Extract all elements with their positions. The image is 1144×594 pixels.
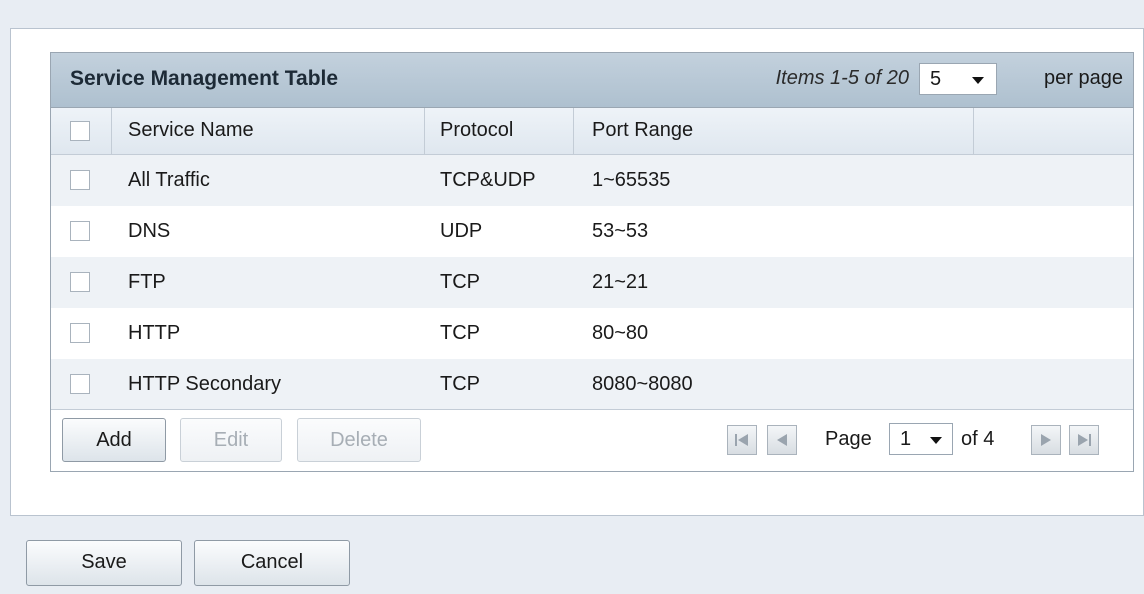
page-select[interactable]: 1	[889, 423, 953, 455]
next-page-button[interactable]	[1031, 425, 1061, 455]
protocol: TCP	[440, 322, 480, 344]
protocol: TCP&UDP	[440, 169, 536, 191]
previous-page-icon	[777, 434, 787, 446]
table-row[interactable]: HTTP Secondary TCP 8080~8080	[51, 359, 1133, 410]
row-checkbox[interactable]	[70, 221, 90, 241]
first-page-icon	[735, 434, 748, 446]
items-count: Items 1-5 of 20	[775, 67, 909, 89]
column-divider	[111, 108, 112, 155]
previous-page-button[interactable]	[767, 425, 797, 455]
per-page-value: 5	[930, 68, 942, 90]
port-range: 1~65535	[592, 169, 671, 191]
protocol: TCP	[440, 271, 480, 293]
cancel-button[interactable]: Cancel	[194, 540, 350, 586]
column-header-row: Service Name Protocol Port Range	[51, 108, 1133, 155]
service-name: All Traffic	[128, 169, 210, 191]
port-range: 53~53	[592, 220, 649, 242]
row-checkbox[interactable]	[70, 170, 90, 190]
select-all-checkbox[interactable]	[70, 121, 90, 141]
save-button[interactable]: Save	[26, 540, 182, 586]
column-header-service-name[interactable]: Service Name	[128, 119, 254, 142]
delete-button[interactable]: Delete	[297, 418, 421, 462]
table-header-bar: Service Management Table Items 1-5 of 20…	[51, 53, 1133, 108]
service-management-panel: Service Management Table Items 1-5 of 20…	[10, 28, 1144, 516]
protocol: UDP	[440, 220, 483, 242]
page-value: 1	[900, 428, 912, 450]
service-name: HTTP Secondary	[128, 373, 282, 395]
last-page-icon	[1078, 434, 1091, 446]
next-page-icon	[1041, 434, 1051, 446]
table-row[interactable]: FTP TCP 21~21	[51, 257, 1133, 308]
edit-button[interactable]: Edit	[180, 418, 282, 462]
protocol: TCP	[440, 373, 480, 395]
total-pages-label: of 4	[961, 428, 995, 450]
port-range: 21~21	[592, 271, 649, 293]
service-name: HTTP	[128, 322, 181, 344]
chevron-down-icon	[930, 437, 942, 444]
row-checkbox[interactable]	[70, 272, 90, 292]
table-footer: Add Edit Delete Page 1 of 4	[51, 409, 1133, 471]
table-row[interactable]: DNS UDP 53~53	[51, 206, 1133, 257]
service-name: DNS	[128, 220, 171, 242]
first-page-button[interactable]	[727, 425, 757, 455]
table-row[interactable]: HTTP TCP 80~80	[51, 308, 1133, 359]
last-page-button[interactable]	[1069, 425, 1099, 455]
service-management-table: Service Management Table Items 1-5 of 20…	[50, 52, 1134, 472]
port-range: 80~80	[592, 322, 649, 344]
column-divider	[424, 108, 425, 155]
row-checkbox[interactable]	[70, 374, 90, 394]
column-header-protocol[interactable]: Protocol	[440, 119, 513, 142]
port-range: 8080~8080	[592, 373, 693, 395]
column-divider	[973, 108, 974, 155]
per-page-select[interactable]: 5	[919, 63, 997, 95]
row-checkbox[interactable]	[70, 323, 90, 343]
column-divider	[573, 108, 574, 155]
add-button[interactable]: Add	[62, 418, 166, 462]
column-header-port-range[interactable]: Port Range	[592, 119, 693, 142]
table-title: Service Management Table	[70, 67, 339, 90]
page-label: Page	[825, 428, 872, 450]
service-name: FTP	[128, 271, 166, 293]
table-row[interactable]: All Traffic TCP&UDP 1~65535	[51, 155, 1133, 206]
per-page-label: per page	[1044, 67, 1123, 89]
chevron-down-icon	[972, 77, 984, 84]
